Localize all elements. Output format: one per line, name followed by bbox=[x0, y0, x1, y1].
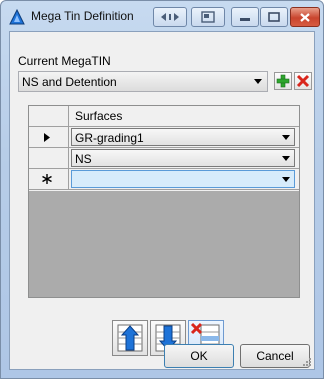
chevron-down-icon bbox=[282, 177, 290, 182]
surfaces-column-label: Surfaces bbox=[75, 109, 123, 123]
surface-dropdown[interactable]: GR-grading1 bbox=[71, 128, 295, 146]
ok-button[interactable]: OK bbox=[164, 344, 234, 368]
current-row-arrow-icon bbox=[44, 133, 50, 142]
current-megatin-value: NS and Detention bbox=[22, 75, 117, 89]
surface-cell[interactable] bbox=[69, 169, 299, 190]
window-title: Mega Tin Definition bbox=[31, 9, 134, 23]
chevron-down-icon bbox=[282, 156, 290, 161]
close-button[interactable] bbox=[290, 7, 320, 27]
resize-arrows-icon bbox=[161, 13, 179, 21]
plus-icon bbox=[276, 74, 290, 88]
table-row[interactable]: GR-grading1 bbox=[29, 127, 299, 148]
new-row-asterisk-icon bbox=[42, 174, 52, 184]
close-icon bbox=[300, 12, 310, 22]
title-bar[interactable]: Mega Tin Definition bbox=[1, 1, 323, 31]
surfaces-column-header[interactable]: Surfaces bbox=[69, 106, 299, 127]
dialog-window: Mega Tin Definition Current MegaTIN NS a… bbox=[0, 0, 324, 379]
new-table-row[interactable] bbox=[29, 169, 299, 190]
surfaces-grid[interactable]: Surfaces GR-grading1 NS bbox=[28, 105, 300, 298]
table-row[interactable]: NS bbox=[29, 148, 299, 169]
grid-header-row: Surfaces bbox=[29, 106, 299, 127]
current-megatin-dropdown[interactable]: NS and Detention bbox=[18, 71, 268, 92]
cancel-button[interactable]: Cancel bbox=[240, 344, 310, 368]
row-header[interactable] bbox=[29, 169, 69, 190]
maximize-button[interactable] bbox=[260, 7, 288, 27]
surface-value: NS bbox=[75, 152, 92, 166]
window-list-icon bbox=[201, 11, 215, 23]
surface-dropdown[interactable]: NS bbox=[71, 149, 295, 167]
minimize-icon bbox=[240, 18, 250, 21]
move-up-button[interactable] bbox=[112, 320, 148, 356]
row-header[interactable] bbox=[29, 127, 69, 148]
chevron-down-icon bbox=[282, 135, 290, 140]
delete-megatin-button[interactable] bbox=[294, 72, 312, 90]
move-up-icon bbox=[117, 324, 143, 352]
surface-cell[interactable]: NS bbox=[69, 148, 299, 169]
app-icon bbox=[9, 9, 25, 25]
surface-cell[interactable]: GR-grading1 bbox=[69, 127, 299, 148]
chevron-down-icon bbox=[254, 79, 262, 84]
add-megatin-button[interactable] bbox=[274, 72, 292, 90]
surface-dropdown-new[interactable] bbox=[71, 170, 295, 188]
current-megatin-label: Current MegaTIN bbox=[18, 54, 111, 68]
resize-grip-icon[interactable] bbox=[302, 357, 312, 367]
minimize-button[interactable] bbox=[231, 7, 259, 27]
row-header[interactable] bbox=[29, 148, 69, 169]
dialog-client-area: Current MegaTIN NS and Detention Surface… bbox=[9, 31, 315, 370]
surface-value: GR-grading1 bbox=[75, 131, 144, 145]
delete-x-icon bbox=[296, 74, 310, 88]
maximize-icon bbox=[268, 12, 280, 22]
window-list-button[interactable] bbox=[191, 7, 225, 27]
row-header-corner bbox=[29, 106, 69, 127]
resize-arrows-button[interactable] bbox=[153, 7, 187, 27]
